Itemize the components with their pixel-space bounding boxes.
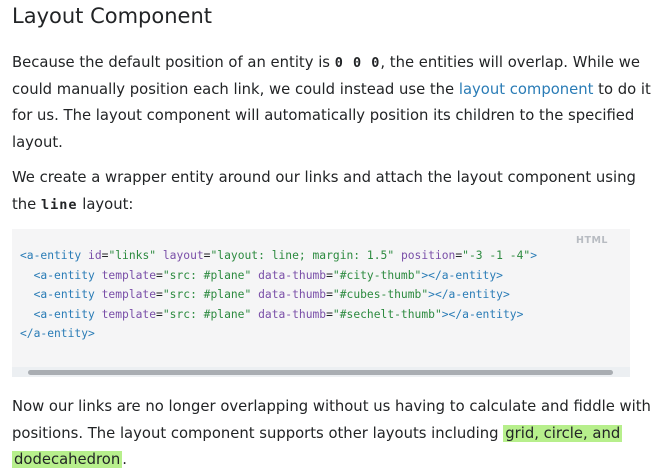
intro-paragraph: Because the default position of an entit… — [12, 50, 652, 156]
code-token-attr: data-thumb — [258, 288, 327, 301]
code-line: <a-entity id="links" layout="layout: lin… — [20, 246, 537, 266]
code-token-tag: <a-entity — [33, 268, 102, 282]
docs-page: Layout Component Because the default pos… — [0, 0, 661, 474]
inline-code-position: 0 0 0 — [334, 55, 381, 71]
code-token-attr: layout — [162, 249, 204, 262]
code-block[interactable]: HTML <a-entity id = "links" layout = "layout… — [12, 229, 630, 377]
code-token-attr: position — [400, 249, 456, 262]
code-line: <a-entity template="src: #plane" data-th… — [20, 266, 537, 286]
p2-text-2: layout: — [77, 195, 134, 213]
code-token-attr: data-thumb — [258, 268, 327, 282]
code-line: <a-entity template="src: #plane" data-th… — [20, 285, 537, 305]
code-token-plain: = — [326, 288, 333, 301]
code-token-str: "src: #plane" — [162, 307, 252, 321]
code-token-str: "src: #plane" — [162, 288, 252, 301]
wrapper-paragraph: We create a wrapper entity around our li… — [12, 165, 652, 218]
code-token-attr: data-thumb — [258, 307, 327, 321]
code-token-str: "#sechelt-thumb" — [332, 307, 442, 321]
conclusion-paragraph: Now our links are no longer overlapping … — [12, 394, 652, 474]
code-token-tag: ></a-entity> — [428, 288, 510, 301]
code-line: <a-entity template="src: #plane" data-th… — [20, 305, 537, 325]
p1-text-1: Because the default position of an entit… — [12, 54, 335, 71]
code-token-attr: template — [101, 268, 157, 282]
code-horizontal-scrollbar[interactable] — [12, 367, 630, 377]
code-token-str: "#city-thumb" — [332, 268, 422, 282]
inline-code-line: line — [41, 196, 78, 213]
code-token-tag: ></a-entity> — [421, 268, 503, 282]
p3-text-3: . — [122, 451, 127, 469]
code-token-tag: <a-entity — [20, 249, 89, 262]
code-token-tag: <a-entity — [33, 288, 102, 301]
code-token-str: "src: #plane" — [162, 268, 252, 282]
code-token-plain: = — [156, 307, 163, 321]
code-line: </a-entity> — [20, 324, 537, 344]
scrollbar-thumb[interactable] — [28, 370, 613, 375]
layout-component-link[interactable]: layout component — [459, 81, 594, 98]
code-token-attr: template — [101, 288, 157, 301]
highlight-layouts-2: dodecahedron — [12, 451, 123, 469]
code-token-tag: <a-entity — [33, 307, 102, 321]
code-token-str: "#cubes-thumb" — [332, 288, 429, 301]
code-token-plain: = — [156, 268, 163, 282]
code-token-plain: = — [156, 288, 163, 301]
code-token-plain: = — [326, 268, 333, 282]
code-token-tag: > — [530, 249, 537, 262]
code-token-attr: template — [101, 307, 157, 321]
code-token-plain: = — [326, 307, 333, 321]
code-token-tag: </a-entity> — [20, 327, 95, 340]
code-token-attr: id — [88, 249, 102, 262]
code-token-tag: ></a-entity> — [441, 307, 524, 321]
section-heading: Layout Component — [12, 4, 212, 28]
code-language-label: HTML — [576, 235, 608, 246]
code-token-str: "links" — [108, 249, 157, 262]
code-token-str: "layout: line; margin: 1.5" — [210, 249, 395, 262]
code-token-str: "-3 -1 -4" — [462, 249, 531, 262]
code-content[interactable]: <a-entity id = "links" layout = "layout: lin… — [20, 246, 537, 344]
highlight-layouts-1: grid, circle, and — [503, 424, 623, 442]
